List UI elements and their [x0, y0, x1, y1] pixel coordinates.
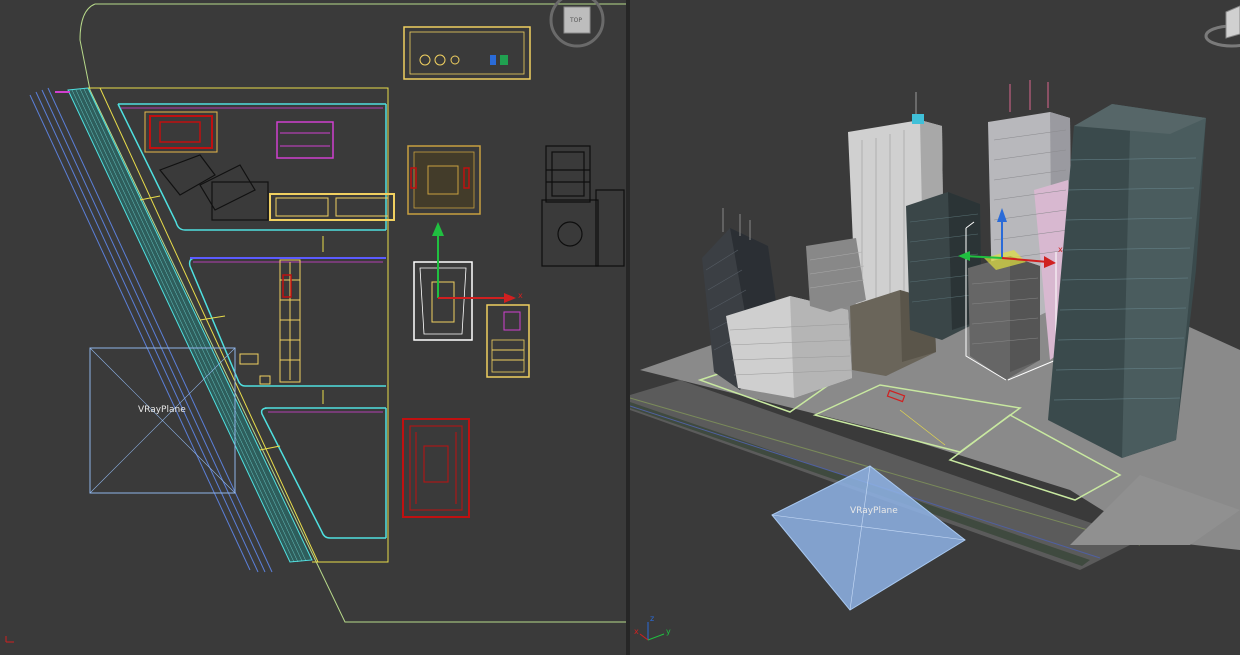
world-axis-perspective: z y x: [634, 614, 671, 641]
view-cube-top[interactable]: TOP: [549, 0, 605, 48]
object-white-selected: [413, 261, 473, 341]
view-cube-label: TOP: [569, 17, 582, 24]
object-black-building: [541, 145, 625, 267]
gizmo-x-label-perspective: x: [1058, 245, 1063, 254]
top-view-canvas[interactable]: VRayPlane x TOP: [0, 0, 626, 655]
vray-plane-top[interactable]: VRayPlane: [89, 347, 236, 494]
building-footprint-selected: [269, 193, 395, 221]
object-gold-square: [407, 145, 481, 215]
vray-plane-label-perspective: VRayPlane: [850, 506, 898, 516]
perspective-canvas[interactable]: VRayPlane x z y x: [630, 0, 1240, 655]
world-axis-x-label: x: [634, 627, 639, 636]
world-axis-z-label: z: [650, 614, 654, 623]
perspective-viewport[interactable]: VRayPlane x z y x: [630, 0, 1240, 655]
building-footprint-red: [144, 111, 218, 153]
world-axis-top: [5, 636, 14, 643]
road-outline: [88, 87, 389, 563]
building-footprint-magenta: [276, 121, 334, 159]
view-cube-perspective[interactable]: [1204, 5, 1240, 48]
site-boundary: [79, 3, 626, 623]
object-header-panel: [403, 26, 531, 80]
object-yellow-small: [486, 304, 530, 378]
vray-plane-label-top: VRayPlane: [138, 405, 186, 415]
world-axis-y-label: y: [666, 627, 671, 636]
lot-edge-lines: [29, 87, 273, 573]
building-white-low: [726, 296, 853, 398]
top-viewport[interactable]: VRayPlane x TOP: [0, 0, 626, 655]
building-footprint-black: [159, 154, 269, 221]
object-red-building: [402, 418, 470, 518]
gizmo-x-label-top: x: [518, 291, 523, 300]
building-grey-mid: [806, 238, 866, 312]
